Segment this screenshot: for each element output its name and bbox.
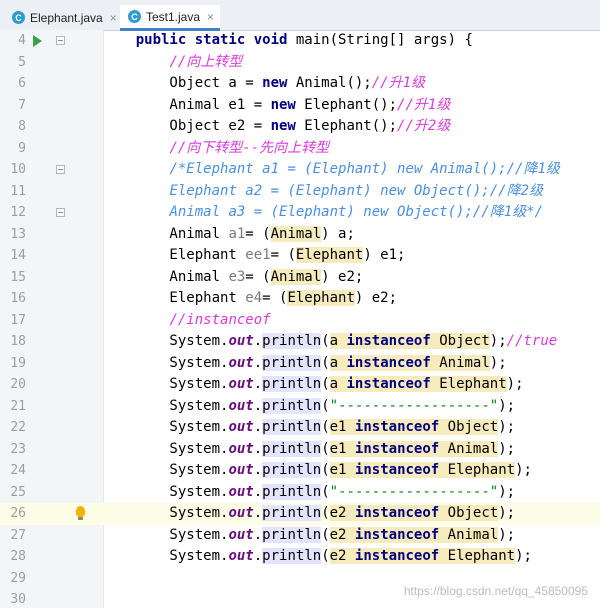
- code-line[interactable]: 19 System.out.println(a instanceof Anima…: [0, 353, 600, 375]
- line-number: 28: [10, 549, 26, 564]
- code-line[interactable]: 25 System.out.println("-----------------…: [0, 482, 600, 504]
- line-number: 21: [10, 398, 26, 414]
- code-line[interactable]: 23 System.out.println(e1 instanceof Anim…: [0, 439, 600, 461]
- code-line[interactable]: 28 System.out.println(e2 instanceof Elep…: [0, 546, 600, 568]
- code-line[interactable]: 24 System.out.println(e1 instanceof Elep…: [0, 460, 600, 482]
- code-text: Object a = new Animal();//升1级: [102, 75, 426, 91]
- line-number: 18: [10, 334, 26, 349]
- code-text: Elephant e4= (Elephant) e2;: [102, 290, 398, 306]
- close-icon[interactable]: ×: [207, 10, 214, 24]
- code-text: Object e2 = new Elephant();//升2级: [102, 118, 451, 134]
- code-line[interactable]: 15 Animal e3= (Animal) e2;: [0, 267, 600, 289]
- java-class-icon: C: [128, 10, 141, 23]
- line-number: 23: [10, 441, 26, 457]
- java-class-icon: C: [12, 11, 25, 24]
- tab-label: Test1.java: [146, 9, 201, 24]
- code-line[interactable]: 13 Animal a1= (Animal) a;: [0, 224, 600, 246]
- code-text: System.out.println(e2 instanceof Object)…: [102, 505, 516, 521]
- code-line[interactable]: 20 System.out.println(a instanceof Eleph…: [0, 374, 600, 396]
- code-line[interactable]: 21 System.out.println("-----------------…: [0, 396, 600, 418]
- line-number: 20: [10, 377, 26, 392]
- code-line[interactable]: 14 Elephant ee1= (Elephant) e1;: [0, 245, 600, 267]
- line-number: 24: [10, 463, 26, 478]
- code-text: System.out.println(e2 instanceof Elephan…: [102, 548, 532, 564]
- code-text: System.out.println(e2 instanceof Animal)…: [102, 526, 516, 543]
- line-number: 10: [10, 162, 26, 177]
- line-number: 6: [18, 76, 26, 91]
- code-line[interactable]: 10 /*Elephant a1 = (Elephant) new Animal…: [0, 159, 600, 181]
- code-text: System.out.println(a instanceof Elephant…: [102, 376, 524, 392]
- code-text: System.out.println(e1 instanceof Animal)…: [102, 440, 516, 457]
- line-number: 17: [10, 312, 26, 328]
- code-text: /*Elephant a1 = (Elephant) new Animal();…: [169, 161, 560, 177]
- close-icon[interactable]: ×: [110, 11, 117, 25]
- line-number: 14: [10, 248, 26, 263]
- code-line[interactable]: 6 Object a = new Animal();//升1级: [0, 73, 600, 95]
- code-line[interactable]: 5 //向上转型: [0, 52, 600, 74]
- tab-test1-java[interactable]: C Test1.java ×: [120, 5, 221, 31]
- code-line[interactable]: 11 Elephant a2 = (Elephant) new Object()…: [0, 181, 600, 203]
- fold-icon[interactable]: [56, 208, 65, 217]
- line-number: 27: [10, 527, 26, 543]
- code-text: public static void main(String[] args) {: [135, 32, 473, 48]
- code-text: System.out.println(e1 instanceof Elephan…: [102, 462, 532, 478]
- line-number: 16: [10, 291, 26, 306]
- code-line[interactable]: 22 System.out.println(e1 instanceof Obje…: [0, 417, 600, 439]
- code-text: System.out.println("------------------")…: [102, 483, 516, 500]
- code-text: //向下转型--先向上转型: [169, 139, 330, 156]
- line-number: 5: [18, 54, 26, 70]
- line-number: 25: [10, 484, 26, 500]
- code-text: System.out.println("------------------")…: [102, 397, 516, 414]
- line-number: 11: [10, 183, 26, 199]
- line-number: 19: [10, 355, 26, 371]
- watermark: https://blog.csdn.net/qq_45850095: [403, 584, 588, 598]
- code-line[interactable]: 26 System.out.println(e2 instanceof Obje…: [0, 503, 600, 525]
- line-number: 22: [10, 420, 26, 435]
- line-number: 7: [18, 97, 26, 113]
- code-text: //instanceof: [169, 311, 271, 328]
- line-number: 15: [10, 269, 26, 285]
- line-number: 30: [10, 592, 26, 607]
- code-line[interactable]: 12 Animal a3 = (Elephant) new Object();/…: [0, 202, 600, 224]
- line-number: 8: [18, 119, 26, 134]
- fold-icon[interactable]: [56, 165, 65, 174]
- code-line[interactable]: 8 Object e2 = new Elephant();//升2级: [0, 116, 600, 138]
- code-text: Animal e3= (Animal) e2;: [102, 268, 364, 285]
- lightbulb-icon[interactable]: [76, 506, 85, 520]
- fold-icon[interactable]: [56, 36, 65, 45]
- editor-tab-bar: C Elephant.java × C Test1.java ×: [0, 0, 600, 31]
- code-text: System.out.println(a instanceof Animal);: [102, 354, 507, 371]
- line-number: 29: [10, 570, 26, 586]
- run-icon[interactable]: [33, 35, 42, 47]
- code-line[interactable]: 18 System.out.println(a instanceof Objec…: [0, 331, 600, 353]
- line-number: 26: [10, 506, 26, 521]
- code-text: Animal a1= (Animal) a;: [102, 225, 355, 242]
- code-line[interactable]: 7 Animal e1 = new Elephant();//升1级: [0, 95, 600, 117]
- code-line[interactable]: 4 public static void main(String[] args)…: [0, 30, 600, 52]
- code-line[interactable]: 9 //向下转型--先向上转型: [0, 138, 600, 160]
- code-text: System.out.println(e1 instanceof Object)…: [102, 419, 516, 435]
- tab-label: Elephant.java: [30, 10, 103, 25]
- code-text: Animal a3 = (Elephant) new Object();//降1…: [169, 204, 544, 220]
- line-number: 4: [18, 33, 26, 48]
- code-text: //向上转型: [169, 53, 243, 70]
- code-line[interactable]: 16 Elephant e4= (Elephant) e2;: [0, 288, 600, 310]
- line-number: 12: [10, 205, 26, 220]
- code-line[interactable]: 17 //instanceof: [0, 310, 600, 332]
- code-text: System.out.println(a instanceof Object);…: [102, 333, 558, 349]
- code-line[interactable]: 27 System.out.println(e2 instanceof Anim…: [0, 525, 600, 547]
- code-text: Elephant ee1= (Elephant) e1;: [102, 247, 406, 263]
- line-number: 9: [18, 140, 26, 156]
- code-text: Animal e1 = new Elephant();//升1级: [102, 96, 451, 113]
- code-text: Elephant a2 = (Elephant) new Object();//…: [169, 182, 544, 199]
- tab-elephant-java[interactable]: C Elephant.java ×: [4, 5, 123, 30]
- line-number: 13: [10, 226, 26, 242]
